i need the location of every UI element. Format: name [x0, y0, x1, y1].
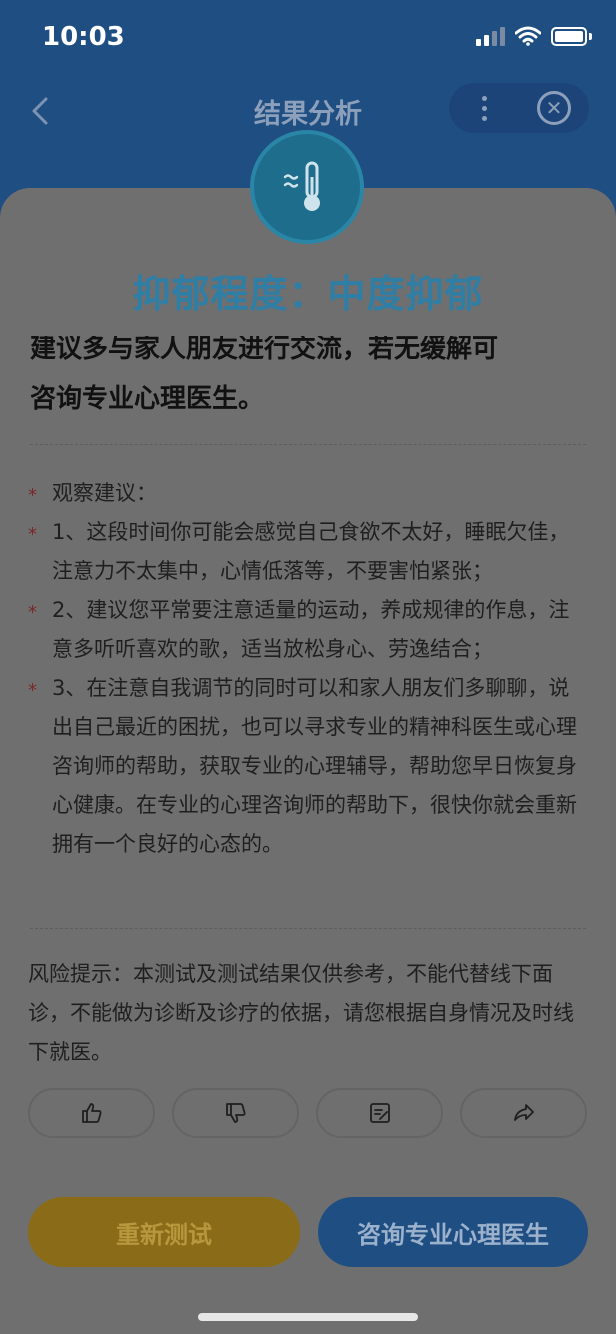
list-item: * 2、建议您平常要注意适量的运动，养成规律的作息，注意多听听喜欢的歌，适当放松… [28, 591, 590, 669]
bullet-star-icon: * [28, 602, 37, 623]
list-item: * 3、在注意自我调节的同时可以和家人朋友们多聊聊，说出自己最近的困扰，也可以寻… [28, 669, 590, 864]
list-item: * 1、这段时间你可能会感觉自己食欲不太好，睡眠欠佳，注意力不太集中，心情低落等… [28, 513, 590, 591]
divider [30, 444, 586, 445]
wifi-icon [515, 26, 541, 46]
list-item: * 观察建议： [28, 474, 590, 513]
thermometer-badge [250, 130, 364, 244]
bullet-star-icon: * [28, 680, 37, 701]
signal-icon [476, 26, 505, 46]
bullet-star-icon: * [28, 524, 37, 545]
battery-icon [551, 26, 587, 46]
retest-button[interactable]: 重新测试 [28, 1197, 300, 1267]
consult-doctor-button[interactable]: 咨询专业心理医生 [318, 1197, 588, 1267]
share-button[interactable] [460, 1088, 587, 1138]
risk-notice: 风险提示：本测试及测试结果仅供参考，不能代替线下面诊，不能做为诊断及诊疗的依据，… [28, 962, 574, 1064]
thermometer-icon [283, 161, 320, 211]
observation-list: * 观察建议： * 1、这段时间你可能会感觉自己食欲不太好，睡眠欠佳，注意力不太… [28, 474, 590, 864]
close-icon[interactable]: ✕ [537, 91, 571, 125]
status-icons [476, 26, 592, 46]
dislike-button[interactable] [172, 1088, 299, 1138]
edit-note-icon [369, 1103, 390, 1123]
thumbs-down-icon [225, 1103, 245, 1123]
status-time: 10:03 [42, 22, 125, 52]
share-icon [513, 1104, 534, 1121]
miniapp-capsule: ✕ [449, 83, 589, 133]
status-bar: 10:03 [0, 0, 616, 80]
home-indicator[interactable] [198, 1313, 418, 1321]
advice-line-1: 建议多与家人朋友进行交流，若无缓解可 [30, 336, 499, 364]
advice-line-2: 咨询专业心理医生。 [30, 384, 265, 414]
thumbs-up-icon [81, 1103, 101, 1123]
depression-level-title: 抑郁程度：中度抑郁 [132, 272, 484, 316]
divider [30, 928, 586, 929]
like-button[interactable] [28, 1088, 155, 1138]
bottom-actions: 重新测试 咨询专业心理医生 [28, 1197, 588, 1267]
bullet-star-icon: * [28, 485, 37, 506]
note-button[interactable] [316, 1088, 443, 1138]
feedback-row [28, 1088, 588, 1138]
more-icon[interactable] [449, 95, 519, 121]
